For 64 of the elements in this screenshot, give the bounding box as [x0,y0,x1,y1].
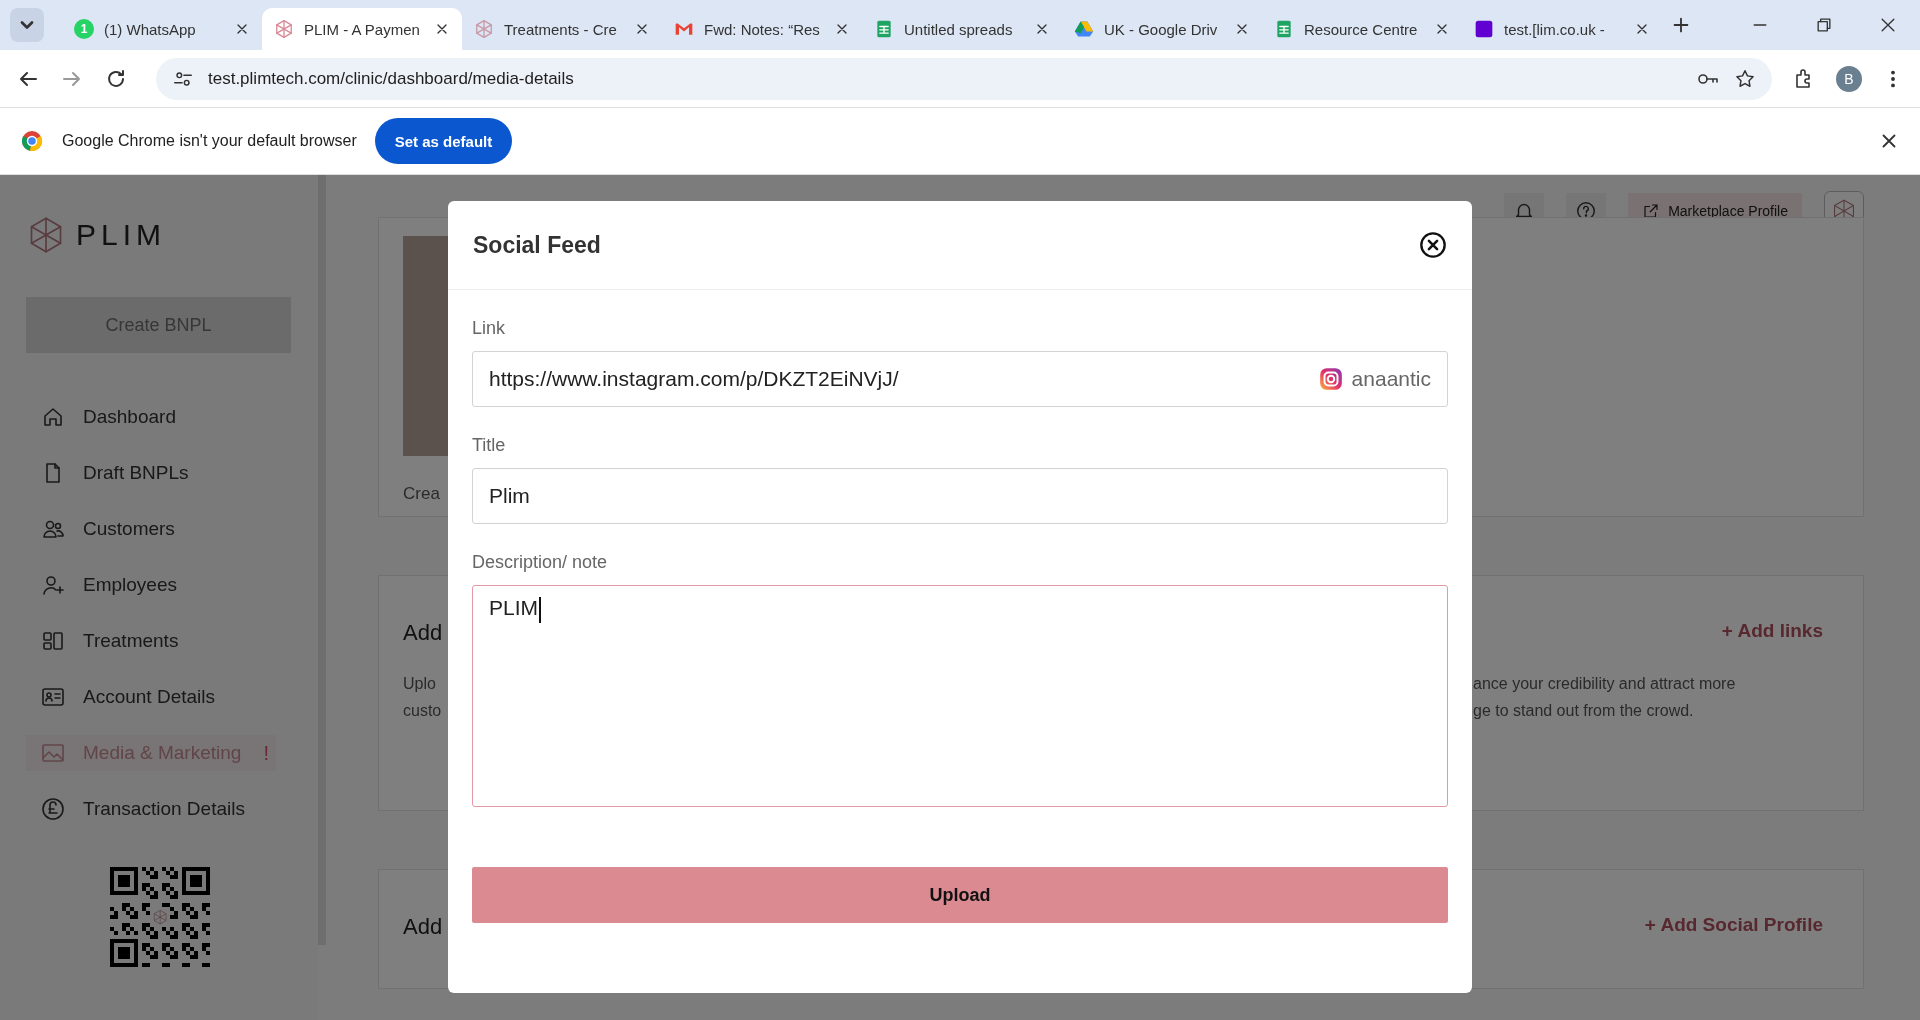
tab-title: (1) WhatsApp [104,20,197,38]
sidebar-nav-item[interactable]: Dashboard [26,399,276,435]
field-label: Title [472,435,507,456]
browser-tab[interactable]: PLIM - A Paymen [262,8,462,50]
browser-tab[interactable]: Treatments - Cre [462,8,662,50]
browser-tab[interactable]: Untitled spreads [862,8,1062,50]
tab-title: Treatments - Cre [504,20,618,38]
infobar-message: Google Chrome isn't your default browser [62,132,357,150]
title-field[interactable]: Plim [472,468,1448,524]
browser-tab[interactable]: Fwd: Notes: “Res [662,8,862,50]
tab-title: Untitled spreads [904,20,1014,38]
browser-tab[interactable]: Resource Centre [1262,8,1462,50]
unread-count: 1 [74,19,94,39]
section-description: ance your credibility and attract more ge to stand out from the crowd. [1473,674,1737,721]
sidebar-nav-item[interactable]: Employees [26,567,276,603]
tab-title: Resource Centre [1304,20,1419,38]
camera-app-icon [1317,366,1344,392]
hexagon-logo-icon [474,19,494,39]
image-icon [41,741,65,765]
home-icon [41,405,65,429]
tab-title: test.[lim.co.uk - [1504,20,1606,38]
section-title: Add [403,620,444,646]
layout-icon [41,629,65,653]
address-bar[interactable]: test.plimtech.com/clinic/dashboard/media-details [156,57,1772,100]
alert-mark: ! [263,741,269,765]
logo-text: PLIM [76,218,167,252]
browser-tab[interactable]: UK - Google Driv [1062,8,1262,50]
browser-tab[interactable]: test.[lim.co.uk - [1462,8,1662,50]
drive-icon [1074,19,1094,39]
section-title: Add [403,914,444,940]
set-default-button[interactable]: Set as default [374,118,513,164]
tab-title: Fwd: Notes: “Res [704,20,821,38]
photo-caption: Crea [403,484,440,504]
pound-icon [41,797,65,821]
modal-title: Social Feed [473,231,601,259]
text-caret [539,597,541,623]
tab-title: PLIM - A Paymen [304,20,421,38]
sidebar-nav-item[interactable]: Account Details [26,679,276,715]
user-plus-icon [41,573,65,597]
field-label: Description/ note [472,552,609,573]
profile-avatar[interactable]: B [1836,65,1862,92]
field-label: Link [472,318,507,339]
scrollbar[interactable] [318,175,326,945]
description-field[interactable]: PLIM [472,585,1448,807]
external-link-icon [1642,202,1661,220]
hexagon-logo-icon [274,19,294,39]
tab-title: UK - Google Driv [1104,20,1219,38]
spreadsheet-icon [874,19,894,39]
star-icon[interactable] [1734,67,1756,90]
close-icon[interactable] [1419,231,1447,259]
browser-tab[interactable]: 1 (1) WhatsApp [62,8,262,50]
square-logo-icon [1474,19,1494,39]
link-field[interactable]: https://www.instagram.com/p/DKZT2EiNVjJ/ anaantic [472,351,1448,407]
sidebar-nav-item[interactable]: Customers [26,511,276,547]
spreadsheet-icon [1274,19,1294,39]
sidebar-nav-item[interactable]: Transaction Details [26,791,276,827]
browser-logo-icon [20,129,44,153]
upload-button[interactable]: Upload [472,867,1448,923]
tab-list-icon[interactable] [10,8,44,42]
sidebar-nav-item[interactable]: Treatments [26,623,276,659]
account-handle: anaantic [1351,367,1431,391]
section-description: Uplo custo [403,674,443,721]
sidebar-nav-item[interactable]: Draft BNPLs [26,455,276,491]
id-card-icon [41,685,65,709]
